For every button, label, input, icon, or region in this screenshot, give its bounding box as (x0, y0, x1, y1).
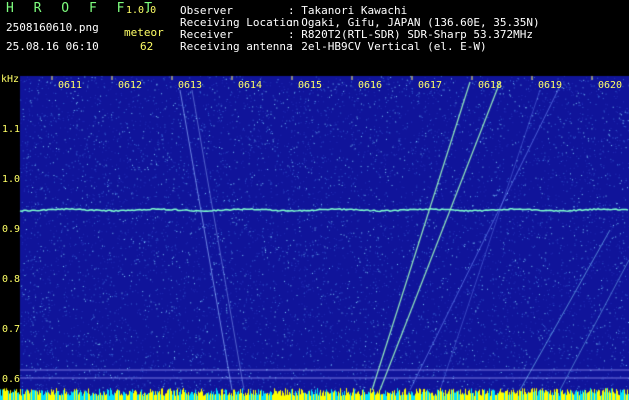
info-label-antenna: Receiving antenna (180, 40, 293, 53)
time-tick-label: 0618 (478, 80, 503, 91)
time-tick-label: 0619 (538, 80, 563, 91)
app-version: 1.0.0 (126, 5, 157, 16)
time-tick-label: 0620 (598, 80, 623, 91)
time-tick-label: 0617 (418, 80, 443, 91)
y-tick-label: 0.9 (2, 224, 21, 235)
y-tick-label: 0.8 (2, 274, 21, 285)
spectrogram (0, 0, 629, 400)
time-tick-label: 0615 (298, 80, 323, 91)
hroff-window: H R O F F T 1.0.0 2508160610.png 25.08.1… (0, 0, 629, 400)
y-tick-label: 1.0 (2, 174, 21, 185)
info-value-antenna: : 2el-HB9CV Vertical (el. E-W) (288, 40, 487, 53)
file-name: 2508160610.png (6, 21, 99, 34)
meteor-count: 62 (140, 40, 154, 53)
time-tick-label: 0612 (118, 80, 143, 91)
time-tick-label: 0614 (238, 80, 263, 91)
y-tick-label: 0.6 (2, 374, 21, 385)
file-datetime: 25.08.16 06:10 (6, 40, 99, 53)
time-tick-label: 0616 (358, 80, 383, 91)
axis-unit-label: kHz (1, 74, 20, 85)
meteor-label: meteor (124, 26, 164, 39)
y-tick-label: 1.1 (2, 124, 21, 135)
time-tick-label: 0613 (178, 80, 203, 91)
time-tick-label: 0611 (58, 80, 83, 91)
y-tick-label: 0.7 (2, 324, 21, 335)
